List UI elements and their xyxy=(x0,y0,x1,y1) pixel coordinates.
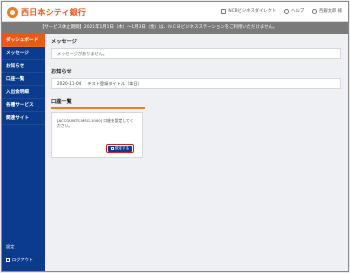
edit-icon xyxy=(110,147,114,150)
user-menu[interactable]: 西銀太郎 様 xyxy=(312,8,342,14)
settings-label: 設定 xyxy=(6,244,15,249)
sidebar-item-related-sites[interactable]: 関連サイト xyxy=(2,112,45,125)
main-content: メッセージ メッセージがありません。 お知らせ 2020-11-04 テスト登録… xyxy=(51,38,341,158)
sidebar-bottom: 設定 ログアウト xyxy=(6,237,33,263)
notice-item[interactable]: 2020-11-04 テスト登録タイトル（本日） xyxy=(51,78,341,89)
help-icon xyxy=(284,8,290,14)
sidebar-item-dashboard[interactable]: ダッシュボード xyxy=(2,34,45,47)
configure-button-label: 設定する xyxy=(114,146,130,150)
logout-link[interactable]: ログアウト xyxy=(6,257,33,263)
logout-label: ログアウト xyxy=(12,257,33,262)
sidebar-item-notices[interactable]: お知らせ xyxy=(2,60,45,73)
message-section-title: メッセージ xyxy=(51,39,77,45)
sidebar-item-accounts[interactable]: 口座一覧 xyxy=(2,73,45,86)
configure-button[interactable]: 設定する xyxy=(108,145,132,152)
sidebar: ダッシュボード メッセージ お知らせ 口座一覧 入出金明細 各種サービス 関連サ… xyxy=(2,34,45,271)
settings-link[interactable]: 設定 xyxy=(6,244,33,250)
header: 西日本シティ銀行 NCBビジネスダイレクト ヘルプ 西銀太郎 様 xyxy=(2,2,348,22)
accounts-message: [ACCOUNTS-MSG-1000] 口座を設定してください。 xyxy=(57,118,134,128)
message-box: メッセージがありません。 xyxy=(51,48,341,59)
window-icon xyxy=(221,8,227,14)
configure-button-highlight: 設定する xyxy=(106,144,134,153)
app-window: 西日本シティ銀行 NCBビジネスダイレクト ヘルプ 西銀太郎 様 【サービス休止… xyxy=(1,1,349,272)
help-label: ヘルプ xyxy=(291,9,305,14)
logout-icon xyxy=(6,258,10,262)
sidebar-item-transactions[interactable]: 入出金明細 xyxy=(2,86,45,99)
ncb-direct-link[interactable]: NCBビジネスダイレクト xyxy=(221,8,276,14)
bank-logo-icon xyxy=(7,7,18,18)
bank-name: 西日本シティ銀行 xyxy=(21,8,87,17)
header-links: NCBビジネスダイレクト ヘルプ 西銀太郎 様 xyxy=(221,8,342,14)
notice-title: テスト登録タイトル（本日） xyxy=(87,81,142,86)
sidebar-item-messages[interactable]: メッセージ xyxy=(2,47,45,60)
message-text: メッセージがありません。 xyxy=(57,51,108,56)
service-notice-bar: 【サービス休止期間】2021年1月1日（木）～1月3日（金）は、ＮＣＢビジネスス… xyxy=(2,22,348,34)
notice-date: 2020-11-04 xyxy=(57,81,82,86)
accounts-title-underline xyxy=(51,107,145,109)
accounts-card: [ACCOUNTS-MSG-1000] 口座を設定してください。 設定する xyxy=(51,112,143,158)
sidebar-item-services[interactable]: 各種サービス xyxy=(2,99,45,112)
accounts-section-title: 口座一覧 xyxy=(51,99,72,105)
user-name: 西銀太郎 様 xyxy=(319,9,342,14)
ncb-direct-label: NCBビジネスダイレクト xyxy=(228,9,277,14)
notice-section-title: お知らせ xyxy=(51,69,72,75)
help-link[interactable]: ヘルプ xyxy=(284,8,304,14)
user-icon xyxy=(312,8,318,14)
